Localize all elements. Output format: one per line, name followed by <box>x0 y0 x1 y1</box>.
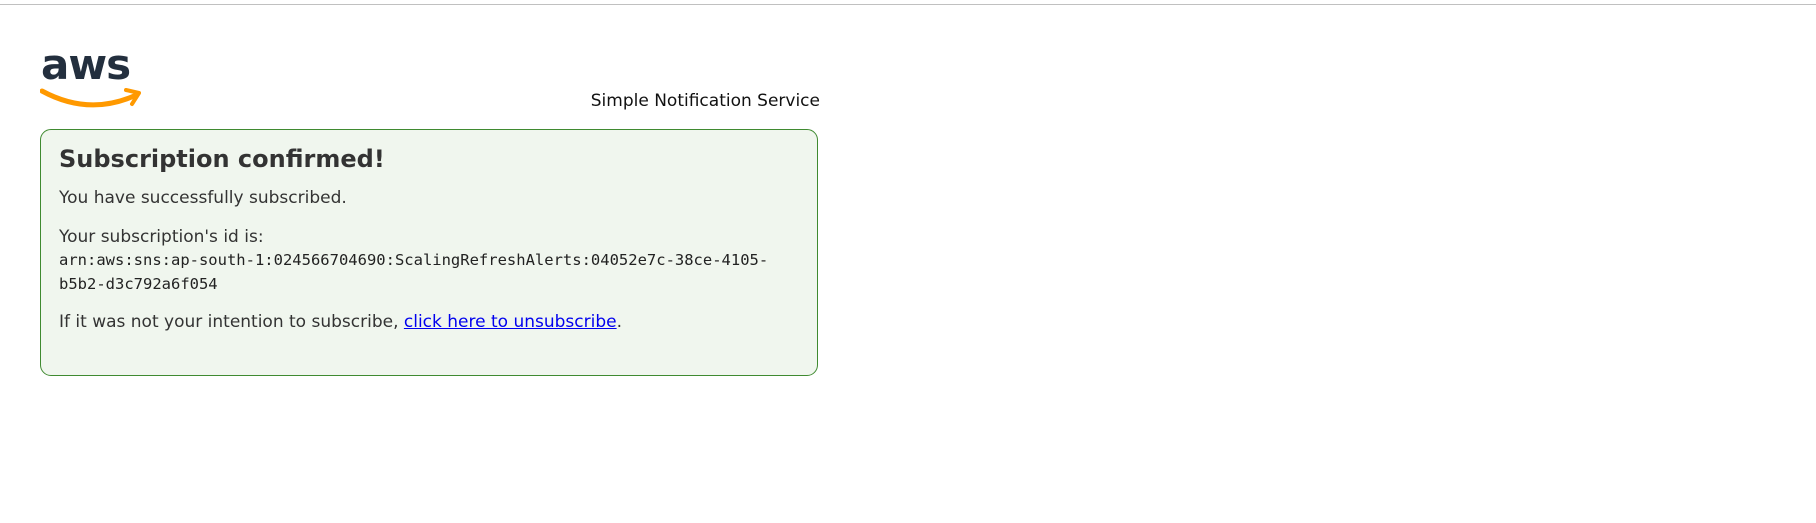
unsubscribe-prefix: If it was not your intention to subscrib… <box>59 312 404 332</box>
confirmation-title: Subscription confirmed! <box>59 145 385 173</box>
aws-logo: aws <box>40 44 141 108</box>
subscription-id-label: Your subscription's id is: <box>59 227 264 247</box>
top-divider <box>0 4 1816 5</box>
unsubscribe-line: If it was not your intention to subscrib… <box>59 311 799 333</box>
aws-smile-icon <box>40 88 137 108</box>
unsubscribe-suffix: . <box>616 312 623 332</box>
unsubscribe-link[interactable]: click here to unsubscribe <box>404 312 617 332</box>
header: aws Simple Notification Service <box>40 44 820 114</box>
service-name: Simple Notification Service <box>590 91 820 111</box>
subscription-arn: arn:aws:sns:ap-south-1:024566704690:Scal… <box>59 251 769 293</box>
aws-logo-text: aws <box>41 44 130 89</box>
page-container: aws Simple Notification Service Subscrip… <box>40 44 820 376</box>
success-text: You have successfully subscribed. <box>59 188 347 208</box>
confirmation-message-box: Subscription confirmed! You have success… <box>40 129 818 376</box>
subscription-id-block: Your subscription's id is: arn:aws:sns:a… <box>59 226 799 296</box>
